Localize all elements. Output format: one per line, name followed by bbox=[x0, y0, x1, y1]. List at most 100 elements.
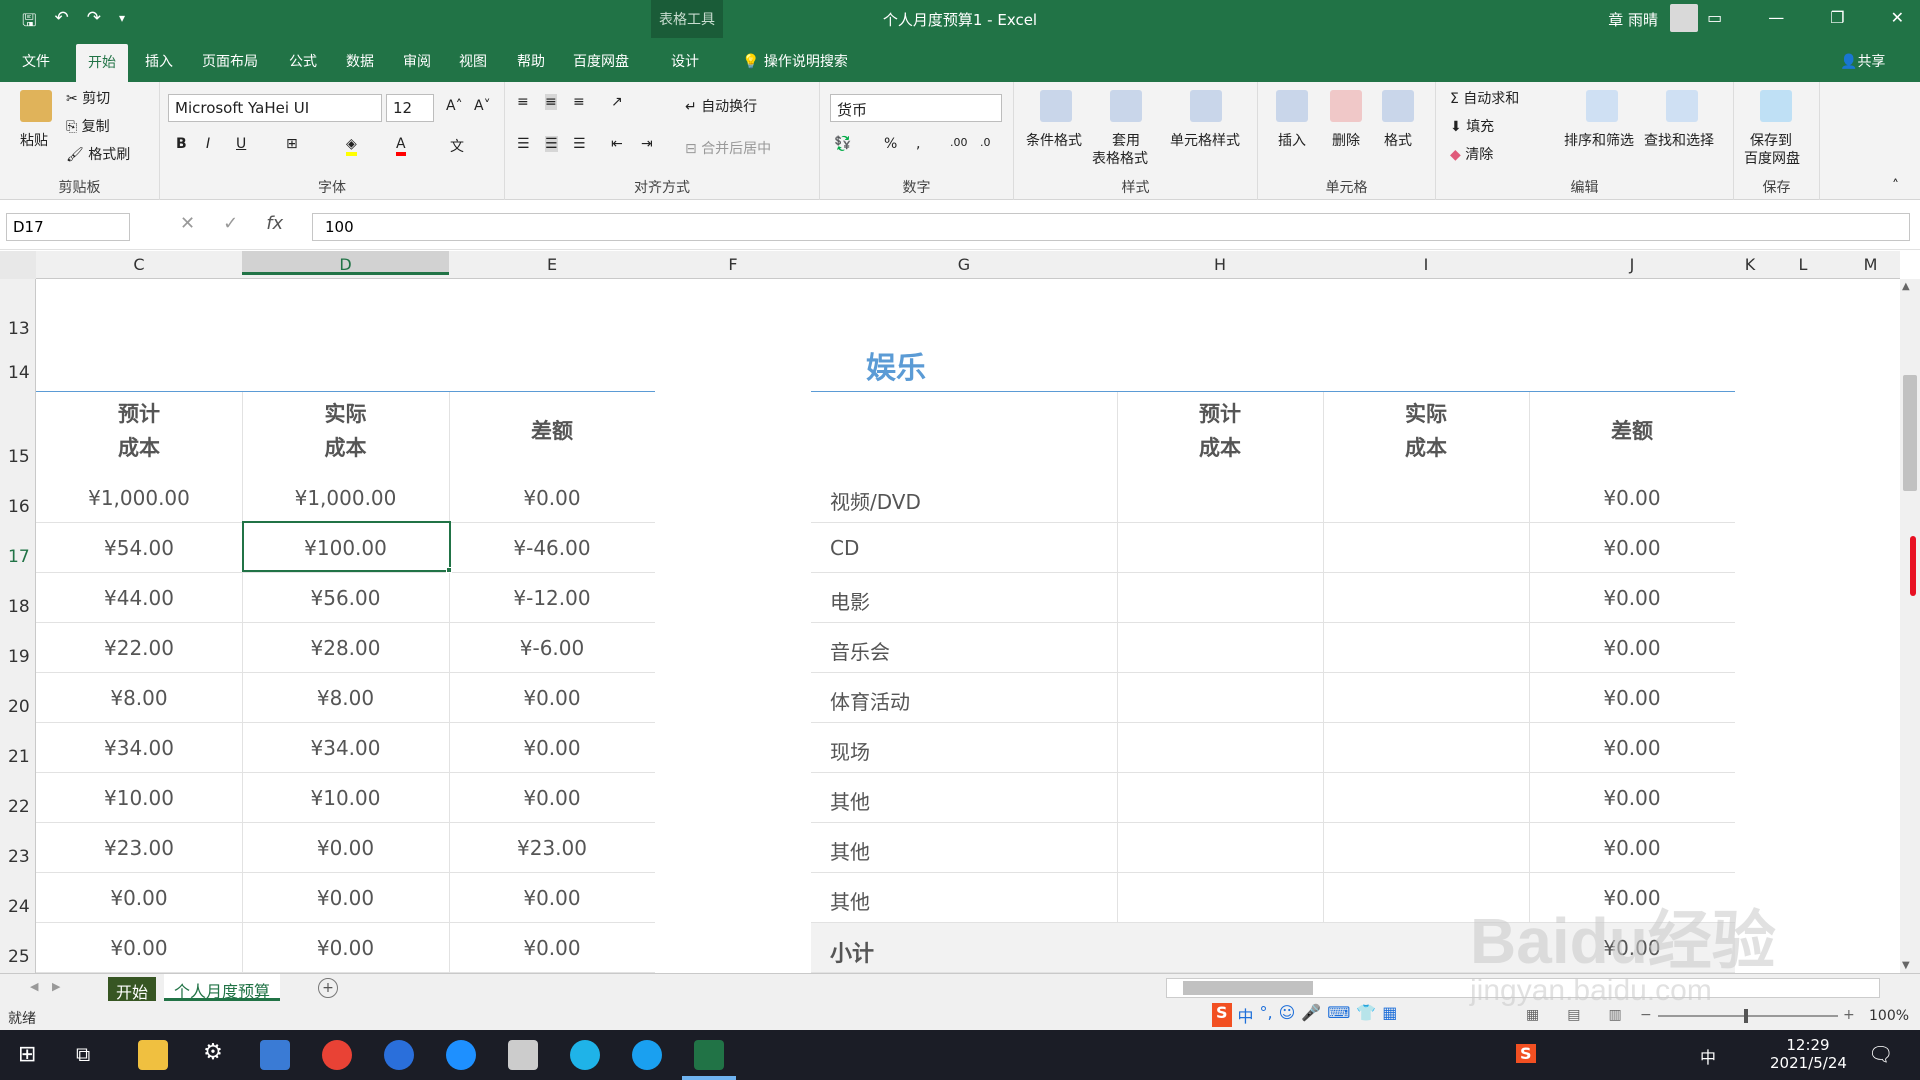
zoom-slider-thumb[interactable] bbox=[1744, 1009, 1748, 1023]
column-header-i[interactable]: I bbox=[1323, 255, 1529, 274]
difference-cell[interactable]: ¥0.00 bbox=[449, 736, 655, 760]
format-painter-button[interactable]: 🖌 格式刷 bbox=[66, 144, 130, 164]
column-header-f[interactable]: F bbox=[655, 255, 811, 274]
paste-icon[interactable] bbox=[20, 90, 52, 122]
copy-button[interactable]: ⎘ 复制 bbox=[66, 116, 110, 136]
close-icon[interactable]: ✕ bbox=[1891, 8, 1904, 27]
orientation-icon[interactable]: ↗ bbox=[611, 94, 623, 110]
insert-cells-button[interactable]: 插入 bbox=[1278, 130, 1306, 150]
collapse-ribbon-icon[interactable]: ˄ bbox=[1892, 178, 1899, 194]
difference-cell-right[interactable]: ¥0.00 bbox=[1529, 736, 1735, 760]
difference-cell-right[interactable]: ¥0.00 bbox=[1529, 586, 1735, 610]
accounting-format-icon[interactable]: 💱 bbox=[834, 136, 851, 152]
cut-button[interactable]: ✂ 剪切 bbox=[66, 88, 110, 108]
zoom-out-icon[interactable]: − bbox=[1640, 1007, 1652, 1023]
zoom-slider[interactable] bbox=[1658, 1009, 1838, 1023]
share-button[interactable]: 👤共享 bbox=[1840, 51, 1885, 71]
name-box[interactable]: D17 bbox=[6, 213, 130, 241]
column-header-k[interactable]: K bbox=[1735, 255, 1765, 274]
enter-icon[interactable]: ✓ bbox=[223, 213, 238, 241]
ribbon-display-icon[interactable]: ▭ bbox=[1707, 8, 1722, 27]
insert-function-icon[interactable]: fx bbox=[266, 213, 283, 241]
emoji-icon[interactable]: ☺ bbox=[1279, 1003, 1296, 1027]
subtotal-difference-cell[interactable]: ¥0.00 bbox=[1529, 936, 1735, 960]
row-header-13[interactable]: 13 bbox=[8, 319, 30, 339]
header-actual-cost-right[interactable]: 实际 成本 bbox=[1323, 397, 1529, 465]
column-header-j[interactable]: J bbox=[1529, 255, 1735, 274]
difference-cell-right[interactable]: ¥0.00 bbox=[1529, 786, 1735, 810]
header-difference-right[interactable]: 差额 bbox=[1529, 414, 1735, 448]
category-cell[interactable]: 体育活动 bbox=[830, 686, 910, 715]
sogou-icon[interactable]: S bbox=[1212, 1003, 1232, 1027]
align-middle-icon[interactable]: ≡ bbox=[545, 94, 557, 110]
sogou-tray-icon[interactable]: S bbox=[1516, 1044, 1536, 1063]
header-actual-cost[interactable]: 实际 成本 bbox=[242, 397, 449, 465]
estimated-cost-cell[interactable]: ¥0.00 bbox=[36, 886, 242, 910]
tab-design[interactable]: 设计 bbox=[671, 51, 699, 71]
tab-home[interactable]: 开始 bbox=[76, 44, 128, 82]
zoom-level[interactable]: 100% bbox=[1869, 1008, 1909, 1024]
minimize-icon[interactable]: — bbox=[1768, 8, 1784, 27]
estimated-cost-cell[interactable]: ¥44.00 bbox=[36, 586, 242, 610]
category-cell[interactable]: 电影 bbox=[830, 586, 870, 615]
header-estimated-cost[interactable]: 预计 成本 bbox=[36, 397, 242, 465]
difference-cell-right[interactable]: ¥0.00 bbox=[1529, 836, 1735, 860]
tab-help[interactable]: 帮助 bbox=[517, 51, 545, 71]
select-all-corner[interactable] bbox=[0, 251, 36, 279]
keyboard-icon[interactable]: ⌨ bbox=[1327, 1003, 1350, 1027]
difference-cell-right[interactable]: ¥0.00 bbox=[1529, 886, 1735, 910]
increase-indent-icon[interactable]: ⇥ bbox=[641, 136, 653, 152]
settings-icon[interactable]: ⚙ bbox=[198, 1040, 228, 1070]
row-header-15[interactable]: 15 bbox=[8, 447, 30, 467]
conditional-format-button[interactable]: 条件格式 bbox=[1026, 130, 1082, 150]
tab-review[interactable]: 审阅 bbox=[403, 51, 431, 71]
tab-view[interactable]: 视图 bbox=[459, 51, 487, 71]
difference-cell[interactable]: ¥0.00 bbox=[449, 486, 655, 510]
sheet-nav-prev-icon[interactable]: ◀ bbox=[30, 980, 38, 993]
row-header-22[interactable]: 22 bbox=[8, 797, 30, 817]
font-color-icon[interactable]: A bbox=[396, 136, 406, 156]
page-break-view-icon[interactable]: ▥ bbox=[1608, 1007, 1621, 1023]
tab-file[interactable]: 文件 bbox=[22, 51, 50, 71]
header-estimated-cost-right[interactable]: 预计 成本 bbox=[1117, 397, 1323, 465]
skin-icon[interactable]: 👕 bbox=[1356, 1003, 1376, 1027]
actual-cost-cell[interactable]: ¥8.00 bbox=[242, 686, 449, 710]
scroll-up-icon[interactable]: ▲ bbox=[1902, 281, 1910, 292]
tab-data[interactable]: 数据 bbox=[346, 51, 374, 71]
qq-browser-icon[interactable] bbox=[632, 1040, 662, 1070]
tab-formulas[interactable]: 公式 bbox=[289, 51, 317, 71]
decrease-decimal-icon[interactable]: .0 bbox=[980, 136, 991, 149]
tab-insert[interactable]: 插入 bbox=[145, 51, 173, 71]
difference-cell-right[interactable]: ¥0.00 bbox=[1529, 486, 1735, 510]
format-as-table-button[interactable]: 套用 bbox=[1112, 130, 1140, 150]
merge-center-button[interactable]: ⊟ 合并后居中 bbox=[685, 138, 771, 158]
italic-button[interactable]: I bbox=[206, 136, 210, 152]
align-center-icon[interactable]: ☰ bbox=[545, 136, 558, 152]
row-header-17[interactable]: 17 bbox=[8, 547, 30, 567]
edge-icon[interactable] bbox=[570, 1040, 600, 1070]
sheet-nav-next-icon[interactable]: ▶ bbox=[52, 980, 60, 993]
row-header-20[interactable]: 20 bbox=[8, 697, 30, 717]
tab-page-layout[interactable]: 页面布局 bbox=[202, 51, 258, 71]
row-header-18[interactable]: 18 bbox=[8, 597, 30, 617]
estimated-cost-cell[interactable]: ¥23.00 bbox=[36, 836, 242, 860]
cell-styles-button[interactable]: 单元格样式 bbox=[1170, 130, 1240, 150]
wrap-text-button[interactable]: ↵ 自动换行 bbox=[685, 96, 757, 116]
find-select-button[interactable]: 查找和选择 bbox=[1644, 130, 1714, 150]
align-left-icon[interactable]: ☰ bbox=[517, 136, 530, 152]
page-layout-view-icon[interactable]: ▤ bbox=[1567, 1007, 1580, 1023]
category-cell[interactable]: 视频/DVD bbox=[830, 486, 921, 515]
task-view-icon[interactable]: ⧉ bbox=[76, 1042, 90, 1066]
header-difference[interactable]: 差额 bbox=[449, 414, 655, 448]
horizontal-scroll-thumb[interactable] bbox=[1183, 981, 1313, 995]
notification-icon[interactable]: 🗨 bbox=[1868, 1042, 1893, 1066]
row-header-19[interactable]: 19 bbox=[8, 647, 30, 667]
mic-icon[interactable]: 🎤 bbox=[1301, 1003, 1321, 1027]
sort-filter-button[interactable]: 排序和筛选 bbox=[1564, 130, 1634, 150]
font-size-select[interactable]: 12 bbox=[386, 94, 434, 122]
estimated-cost-cell[interactable]: ¥0.00 bbox=[36, 936, 242, 960]
ime-indicator[interactable]: 中 bbox=[1700, 1044, 1716, 1068]
shrink-font-button[interactable]: A˅ bbox=[474, 98, 491, 114]
difference-cell[interactable]: ¥-6.00 bbox=[449, 636, 655, 660]
actual-cost-cell[interactable]: ¥0.00 bbox=[242, 936, 449, 960]
